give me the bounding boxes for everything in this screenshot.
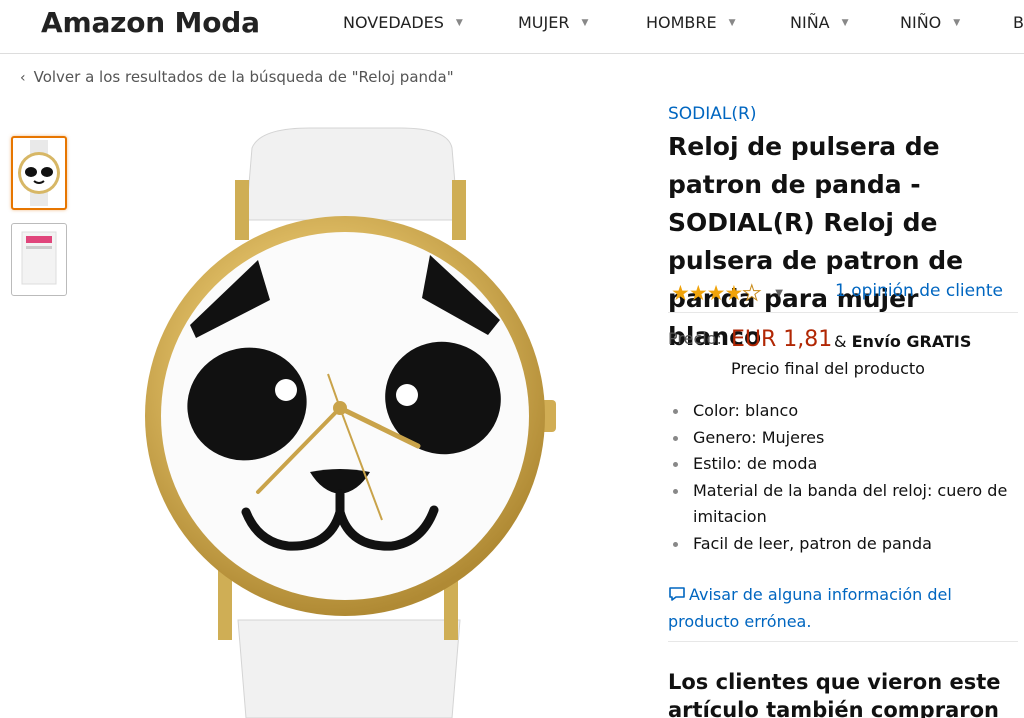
price-label: Precio: [668, 329, 722, 348]
nav-item-novedades[interactable]: NOVEDADES ▼ [343, 13, 463, 32]
customer-reviews-link[interactable]: 1 opinión de cliente [835, 281, 1003, 301]
report-incorrect-info-link[interactable]: Avisar de alguna información del product… [668, 581, 998, 635]
chevron-down-icon[interactable]: ▼ [775, 288, 783, 299]
also-bought-heading: Los clientes que vieron este artículo ta… [668, 670, 1001, 718]
chevron-down-icon: ▼ [455, 18, 463, 28]
nav-item-label: MUJER [518, 13, 570, 32]
chevron-down-icon: ▼ [841, 18, 849, 28]
price-note: Precio final del producto [731, 359, 925, 378]
nav-item-mujer[interactable]: MUJER ▼ [518, 13, 588, 32]
price-value: EUR 1,81 [731, 327, 833, 352]
back-to-results-link[interactable]: ‹ Volver a los resultados de la búsqueda … [20, 68, 454, 86]
nav-item-hombre[interactable]: HOMBRE ▼ [646, 13, 736, 32]
thumbnail-watch[interactable] [11, 136, 67, 210]
report-link-label: Avisar de alguna información del product… [668, 585, 952, 631]
divider [668, 312, 1018, 313]
nav-item-label: HOMBRE [646, 13, 717, 32]
chevron-down-icon: ▼ [953, 18, 961, 28]
package-thumbnail-image [21, 231, 57, 285]
star-icon: ★ [671, 281, 690, 305]
star-icon: ★ [688, 281, 708, 305]
thumbnail-package[interactable] [11, 223, 67, 296]
star-icon: ★ [706, 281, 726, 305]
chevron-down-icon: ▼ [581, 18, 589, 28]
nav-item-nina[interactable]: NIÑA ▼ [790, 13, 849, 32]
list-item: Facil de leer, patron de panda [672, 531, 1022, 558]
list-item: Color: blanco [672, 398, 1022, 425]
brand-store-link[interactable]: SODIAL(R) [668, 104, 756, 124]
shipping-prefix: & [834, 332, 847, 351]
stars-icon: ★★★★★ [671, 281, 762, 306]
nav-item-label: NOVEDADES [343, 13, 444, 32]
free-shipping-label: Envío GRATIS [851, 332, 972, 351]
star-empty-icon: ★ [742, 281, 762, 306]
chevron-down-icon: ▼ [728, 18, 736, 28]
message-icon [669, 587, 685, 601]
nav-item-label: NIÑO [900, 13, 942, 32]
brand-logo[interactable]: Amazon Moda [41, 6, 260, 39]
star-rating[interactable]: ★★★★★ ▼ [671, 281, 783, 306]
feature-bullets: Color: blanco Genero: Mujeres Estilo: de… [672, 398, 1022, 557]
list-item: Estilo: de moda [672, 451, 1022, 478]
product-main-image[interactable] [130, 120, 570, 718]
list-item: Material de la banda del reloj: cuero de… [672, 478, 1022, 531]
nav-item-truncated[interactable]: B [1013, 13, 1024, 32]
panda-watch-thumbnail-image [18, 140, 60, 206]
shipping-info: & Envío GRATIS [834, 332, 971, 351]
divider [668, 641, 1018, 642]
star-icon: ★ [724, 281, 743, 305]
top-navigation: Amazon Moda NOVEDADES ▼ MUJER ▼ HOMBRE ▼ NI… [0, 0, 1024, 54]
back-to-results-label: Volver a los resultados de la búsqueda d… [33, 68, 454, 86]
product-title: Reloj de pulsera de patron de panda - SO… [668, 132, 964, 351]
nav-item-nino[interactable]: NIÑO ▼ [900, 13, 960, 32]
chevron-left-icon: ‹ [20, 70, 26, 86]
nav-item-label: NIÑA [790, 13, 830, 32]
list-item: Genero: Mujeres [672, 425, 1022, 452]
nav-item-label: B [1013, 13, 1024, 32]
